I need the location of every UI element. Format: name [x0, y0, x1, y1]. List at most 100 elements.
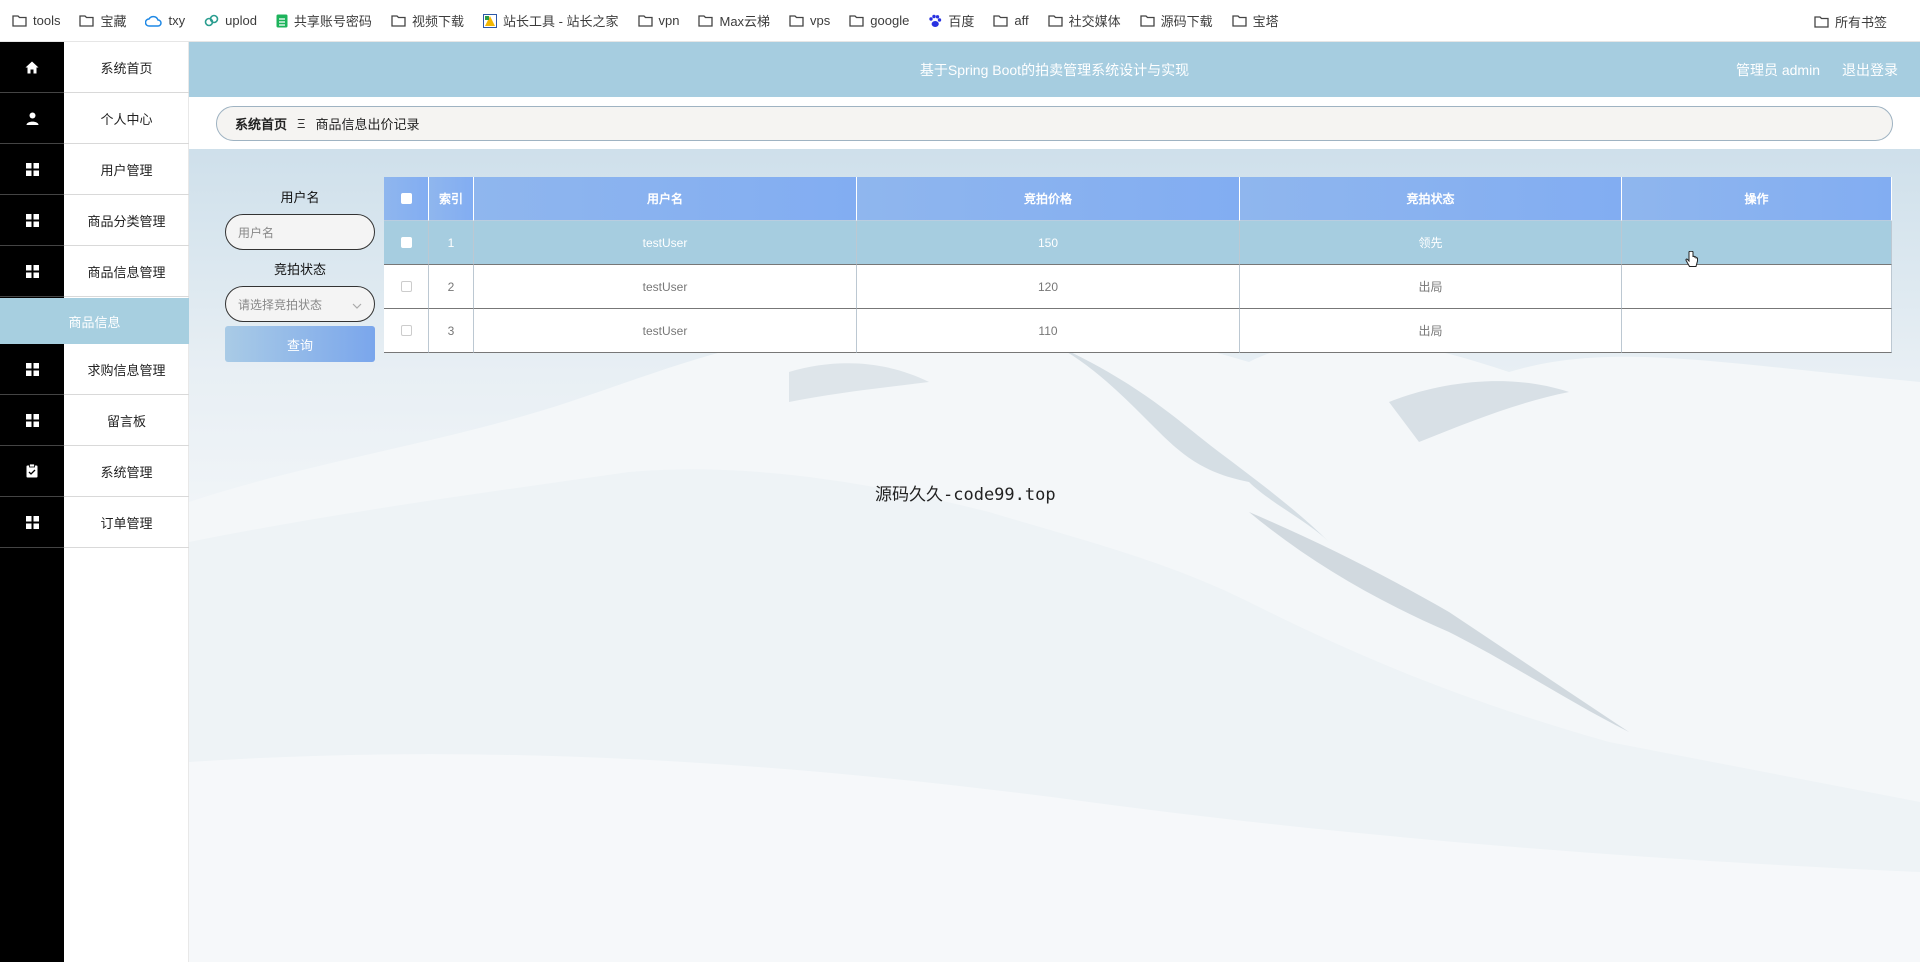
sidebar-item-messages[interactable]: 留言板 [0, 395, 189, 446]
bookmark-shared-accounts[interactable]: 共享账号密码 [276, 11, 372, 30]
bookmark-baidu[interactable]: 百度 [928, 11, 974, 30]
bookmark-label: vpn [658, 13, 680, 28]
folder-icon [1047, 14, 1063, 27]
row-checkbox[interactable] [400, 325, 412, 336]
folder-icon [1231, 14, 1247, 27]
bookmark-vps[interactable]: vps [789, 13, 830, 28]
grid-icon [0, 195, 64, 246]
cell-price: 110 [857, 309, 1240, 353]
breadcrumb: 系统首页 Ξ 商品信息出价记录 [216, 106, 1893, 141]
cell-status: 出局 [1240, 265, 1622, 309]
sidebar-subitem-goods-info[interactable]: 商品信息 [0, 298, 189, 344]
bookmark-label: 视频下载 [411, 14, 464, 29]
main-content: 基于Spring Boot的拍卖管理系统设计与实现 管理员 admin 退出登录… [189, 42, 1920, 962]
breadcrumb-current: 商品信息出价记录 [315, 117, 420, 132]
bookmark-label: 宝藏 [100, 14, 127, 29]
bookmark-google[interactable]: google [849, 13, 909, 28]
baidu-paw-icon [928, 14, 942, 28]
current-user: 管理员 admin [1735, 62, 1820, 78]
row-checkbox[interactable] [400, 281, 412, 292]
bookmark-social[interactable]: 社交媒体 [1047, 11, 1121, 30]
grid-icon [0, 246, 64, 297]
bookmark-label: tools [33, 13, 61, 28]
sidebar-item-profile[interactable]: 个人中心 [0, 93, 189, 144]
sidebar-item-label: 系统首页 [100, 61, 153, 76]
grid-icon [0, 344, 64, 395]
sidebar-item-orders[interactable]: 订单管理 [0, 497, 189, 548]
column-header: 竞拍价格 [857, 177, 1240, 221]
sidebar-item-label: 留言板 [106, 414, 146, 429]
bid-records-table: 索引 用户名 竞拍价格 竞拍状态 操作 1 testUser 150 领先 2 … [384, 177, 1892, 353]
table-row[interactable]: 2 testUser 120 出局 [384, 265, 1892, 309]
watermark-text: 源码久久-code99.top [875, 485, 1056, 505]
folder-icon [391, 14, 406, 27]
bookmark-chinaz[interactable]: 站长工具 - 站长之家 [482, 11, 619, 30]
bookmark-label: google [870, 13, 910, 28]
bookmark-aff[interactable]: aff [993, 13, 1029, 28]
table-row[interactable]: 3 testUser 110 出局 [384, 309, 1892, 353]
bookmark-label: txy [168, 13, 186, 28]
sheet-icon [276, 14, 288, 28]
query-button[interactable]: 查询 [225, 326, 375, 362]
table-header-row: 索引 用户名 竞拍价格 竞拍状态 操作 [384, 177, 1892, 221]
system-title: 基于Spring Boot的拍卖管理系统设计与实现 [919, 61, 1190, 78]
sidebar-item-goods[interactable]: 商品信息管理 [0, 246, 189, 297]
sidebar-item-users[interactable]: 用户管理 [0, 144, 189, 195]
chevron-down-icon [352, 299, 362, 313]
username-label: 用户名 [280, 190, 320, 205]
grid-icon [0, 144, 64, 195]
bookmark-max[interactable]: Max云梯 [698, 11, 770, 30]
cell-action [1622, 221, 1892, 265]
table-row[interactable]: 1 testUser 150 领先 [384, 221, 1892, 265]
sidebar-subitem-label: 商品信息 [68, 314, 121, 330]
status-select[interactable]: 请选择竞拍状态 [225, 286, 375, 322]
sidebar-item-system[interactable]: 系统管理 [0, 446, 189, 497]
bookmark-uplod[interactable]: uplod [204, 13, 257, 28]
cell-index: 2 [429, 265, 474, 309]
sidebar-item-label: 个人中心 [100, 112, 153, 127]
row-checkbox[interactable] [400, 237, 412, 248]
sidebar-item-label: 商品信息管理 [87, 265, 166, 280]
all-bookmarks[interactable]: 所有书签 [1814, 0, 1887, 42]
bookmark-label: vps [810, 13, 831, 28]
breadcrumb-home[interactable]: 系统首页 [235, 114, 287, 133]
user-icon [0, 93, 64, 144]
cell-username: testUser [474, 265, 857, 309]
bookmark-baota[interactable]: 宝塔 [1231, 11, 1279, 30]
cell-price: 150 [857, 221, 1240, 265]
bookmark-label: 站长工具 - 站长之家 [502, 14, 619, 29]
sidebar-item-label: 用户管理 [100, 163, 153, 178]
bookmark-baozang[interactable]: 宝藏 [79, 11, 126, 30]
folder-icon [789, 14, 804, 27]
select-all-checkbox[interactable] [400, 193, 412, 204]
cell-price: 120 [857, 265, 1240, 309]
column-header: 操作 [1622, 177, 1892, 221]
grid-icon [0, 497, 64, 548]
sidebar-item-home[interactable]: 系统首页 [0, 42, 189, 93]
folder-icon [1139, 14, 1155, 27]
bookmark-label: 社交媒体 [1068, 14, 1121, 29]
header-bar: 基于Spring Boot的拍卖管理系统设计与实现 管理员 admin 退出登录 [189, 42, 1920, 97]
folder-icon [637, 14, 653, 27]
row-select-cell [384, 309, 429, 353]
clipboard-icon [0, 446, 64, 497]
sidebar-item-purchase[interactable]: 求购信息管理 [0, 344, 189, 395]
folder-icon [849, 14, 864, 27]
bookmark-txy[interactable]: txy [145, 13, 185, 28]
cloud-icon [145, 15, 163, 27]
bookmark-vpn[interactable]: vpn [637, 13, 680, 28]
bookmark-video-download[interactable]: 视频下载 [391, 11, 464, 30]
bookmark-source-download[interactable]: 源码下载 [1139, 11, 1213, 30]
bookmark-label: aff [1014, 13, 1029, 28]
logout-button[interactable]: 退出登录 [1842, 60, 1898, 80]
cell-action [1622, 309, 1892, 353]
sidebar-item-category[interactable]: 商品分类管理 [0, 195, 189, 246]
cell-index: 1 [429, 221, 474, 265]
cell-username: testUser [474, 309, 857, 353]
bookmark-tools[interactable]: tools [12, 13, 60, 28]
select-all-cell [384, 177, 429, 221]
site-icon [482, 13, 497, 28]
folder-icon [698, 14, 714, 27]
cell-status: 出局 [1240, 309, 1622, 353]
username-input[interactable]: 用户名 [225, 214, 375, 250]
